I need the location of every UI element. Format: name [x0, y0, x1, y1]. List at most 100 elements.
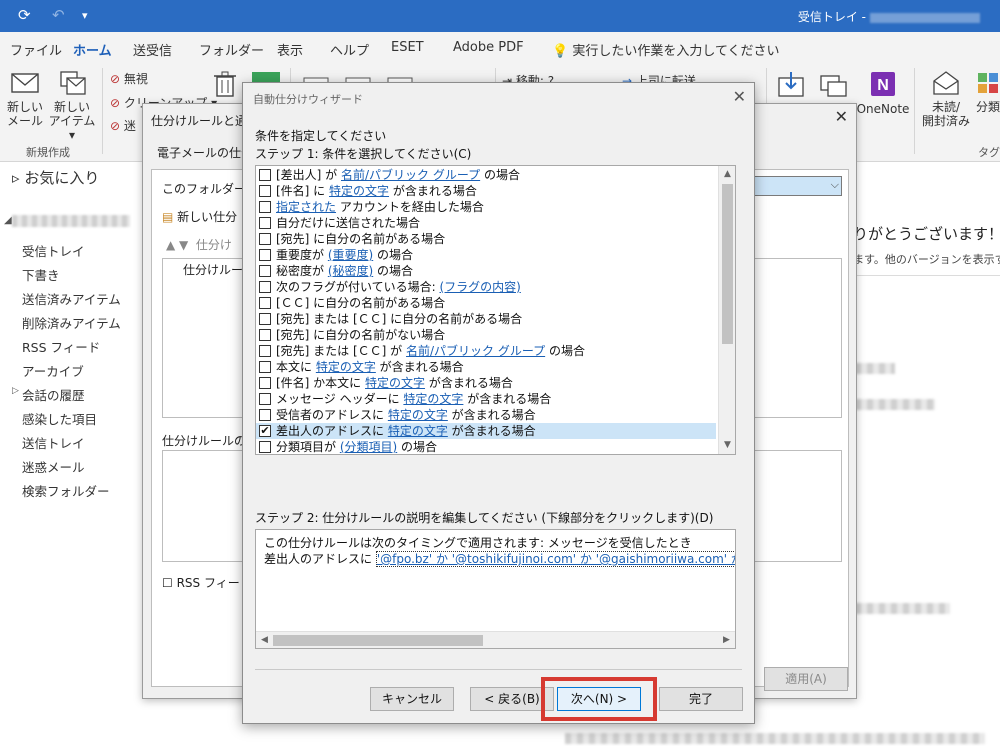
folder-junk[interactable]: 迷惑メール [22, 457, 85, 476]
condition-link[interactable]: (分類項目) [340, 440, 397, 454]
folder-inbox[interactable]: 受信トレイ [22, 241, 85, 260]
rules-icon[interactable] [818, 70, 848, 98]
ignore-button[interactable]: ⊘ 無視 [110, 70, 148, 87]
condition-checkbox[interactable] [259, 361, 271, 373]
onenote-button[interactable]: N OneNote [855, 70, 911, 116]
condition-row[interactable]: [ＣＣ] に自分の名前がある場合 [256, 295, 716, 311]
condition-checkbox[interactable] [259, 377, 271, 389]
condition-row[interactable]: 次のフラグが付いている場合: (フラグの内容) [256, 279, 716, 295]
condition-link[interactable]: 名前/パブリック グループ [341, 168, 480, 182]
condition-row[interactable]: [宛先] に自分の名前がある場合 [256, 231, 716, 247]
move-to-folder-icon[interactable] [776, 70, 806, 98]
folder-sent[interactable]: 送信済みアイテム [22, 289, 121, 308]
expand-icon[interactable]: ▷ [12, 386, 19, 396]
condition-checkbox[interactable] [259, 185, 271, 197]
condition-link[interactable]: 指定された [276, 200, 336, 214]
tab-send-receive[interactable]: 送受信 [133, 40, 172, 59]
condition-row[interactable]: ✔ 差出人のアドレスに 特定の文字 が含まれる場合 [256, 423, 716, 439]
finish-button[interactable]: 完了 [659, 687, 743, 711]
condition-checkbox[interactable] [259, 329, 271, 341]
scroll-up-icon[interactable]: ▲ [719, 166, 735, 183]
rule-description-editor[interactable]: この仕分けルールは次のタイミングで適用されます: メッセージを受信したとき 差出… [255, 529, 736, 649]
condition-link[interactable]: 特定の文字 [388, 424, 448, 438]
condition-row[interactable]: [差出人] が 名前/パブリック グループ の場合 [256, 167, 716, 183]
condition-checkbox[interactable] [259, 313, 271, 325]
folder-deleted[interactable]: 削除済みアイテム [22, 313, 121, 332]
condition-row[interactable]: [件名] に 特定の文字 が含まれる場合 [256, 183, 716, 199]
tab-home[interactable]: ホーム [69, 40, 116, 65]
cancel-button[interactable]: キャンセル [370, 687, 454, 711]
condition-link[interactable]: 特定の文字 [365, 376, 425, 390]
folder-outbox[interactable]: 送信トレイ [22, 433, 85, 452]
tab-view[interactable]: 表示 [277, 40, 303, 59]
rules-close-icon[interactable]: ✕ [835, 107, 848, 126]
condition-row[interactable]: [宛先] に自分の名前がない場合 [256, 327, 716, 343]
condition-checkbox[interactable] [259, 217, 271, 229]
condition-row[interactable]: [件名] か本文に 特定の文字 が含まれる場合 [256, 375, 716, 391]
description-hscrollbar[interactable]: ◀ ▶ [256, 631, 735, 648]
rss-checkbox[interactable]: ☐ RSS フィード [162, 574, 252, 591]
condition-checkbox[interactable]: ✔ [259, 425, 271, 437]
condition-checkbox[interactable] [259, 249, 271, 261]
condition-link[interactable]: 特定の文字 [316, 360, 376, 374]
condition-row[interactable]: 分類項目が (分類項目) の場合 [256, 439, 716, 454]
tab-adobe-pdf[interactable]: Adobe PDF [453, 40, 524, 55]
condition-checkbox[interactable] [259, 233, 271, 245]
condition-checkbox[interactable] [259, 297, 271, 309]
folder-rss[interactable]: RSS フィード [22, 337, 100, 356]
scroll-thumb[interactable] [722, 184, 733, 344]
scroll-right-icon[interactable]: ▶ [718, 632, 735, 648]
condition-link[interactable]: 特定の文字 [388, 408, 448, 422]
change-rule-button[interactable]: ▲ ▼ 仕分け [166, 236, 232, 253]
condition-row[interactable]: [宛先] または [ＣＣ] が 名前/パブリック グループ の場合 [256, 343, 716, 359]
folder-select[interactable]: ⌵ [752, 176, 842, 196]
new-rule-button[interactable]: ▤ 新しい仕分 [162, 208, 237, 225]
condition-row[interactable]: 本文に 特定の文字 が含まれる場合 [256, 359, 716, 375]
categorize-button[interactable]: 分類 [976, 70, 1000, 114]
favorites-header[interactable]: ▹ お気に入り [12, 167, 99, 188]
reading-versions-link[interactable]: ます。他のバージョンを表示する [853, 251, 1000, 267]
tab-file[interactable]: ファイル [10, 40, 62, 59]
folder-drafts[interactable]: 下書き [22, 265, 60, 284]
delete-button[interactable] [210, 70, 240, 102]
condition-checkbox[interactable] [259, 345, 271, 357]
condition-checkbox[interactable] [259, 265, 271, 277]
condition-row[interactable]: 受信者のアドレスに 特定の文字 が含まれる場合 [256, 407, 716, 423]
condition-checkbox[interactable] [259, 409, 271, 421]
condition-checkbox[interactable] [259, 169, 271, 181]
tab-folder[interactable]: フォルダー [199, 40, 264, 59]
condition-row[interactable]: 重要度が (重要度) の場合 [256, 247, 716, 263]
quick-access-dropdown-icon[interactable]: ▾ [82, 9, 88, 22]
rules-tab-email[interactable]: 電子メールの仕分 [157, 144, 253, 161]
tell-me-box[interactable]: 💡 実行したい作業を入力してください [552, 40, 780, 59]
hscroll-thumb[interactable] [273, 635, 483, 646]
scroll-left-icon[interactable]: ◀ [256, 632, 273, 648]
condition-checkbox[interactable] [259, 441, 271, 453]
new-mail-button[interactable]: 新しい メール [4, 70, 46, 128]
folder-search[interactable]: 検索フォルダー [22, 481, 110, 500]
undo-icon[interactable]: ↶ [52, 6, 65, 24]
junk-button[interactable]: ⊘ 迷 [110, 117, 136, 134]
condition-scrollbar[interactable]: ▲ ▼ [718, 166, 735, 454]
condition-link[interactable]: (フラグの内容) [440, 280, 521, 294]
tab-eset[interactable]: ESET [391, 40, 424, 55]
folder-infected[interactable]: 感染した項目 [22, 409, 97, 428]
condition-link[interactable]: 特定の文字 [329, 184, 389, 198]
domain-list-link[interactable]: '@fpo.bz' か '@toshikifujinoi.com' か '@ga… [375, 551, 735, 567]
condition-row[interactable]: メッセージ ヘッダーに 特定の文字 が含まれる場合 [256, 391, 716, 407]
tab-help[interactable]: ヘルプ [330, 40, 369, 59]
condition-row[interactable]: 指定された アカウントを経由した場合 [256, 199, 716, 215]
condition-link[interactable]: 特定の文字 [403, 392, 463, 406]
condition-link[interactable]: (重要度) [328, 248, 373, 262]
sync-icon[interactable]: ⟳ [18, 6, 31, 24]
condition-list[interactable]: [差出人] が 名前/パブリック グループ の場合 [件名] に 特定の文字 が含… [255, 165, 736, 455]
condition-row[interactable]: 自分だけに送信された場合 [256, 215, 716, 231]
wizard-close-icon[interactable]: ✕ [733, 87, 746, 106]
scroll-down-icon[interactable]: ▼ [719, 437, 735, 454]
condition-checkbox[interactable] [259, 393, 271, 405]
condition-row[interactable]: 秘密度が (秘密度) の場合 [256, 263, 716, 279]
unread-read-button[interactable]: 未読/ 開封済み [918, 70, 974, 128]
collapse-icon[interactable]: ◢ [4, 215, 12, 226]
condition-checkbox[interactable] [259, 201, 271, 213]
condition-row[interactable]: [宛先] または [ＣＣ] に自分の名前がある場合 [256, 311, 716, 327]
